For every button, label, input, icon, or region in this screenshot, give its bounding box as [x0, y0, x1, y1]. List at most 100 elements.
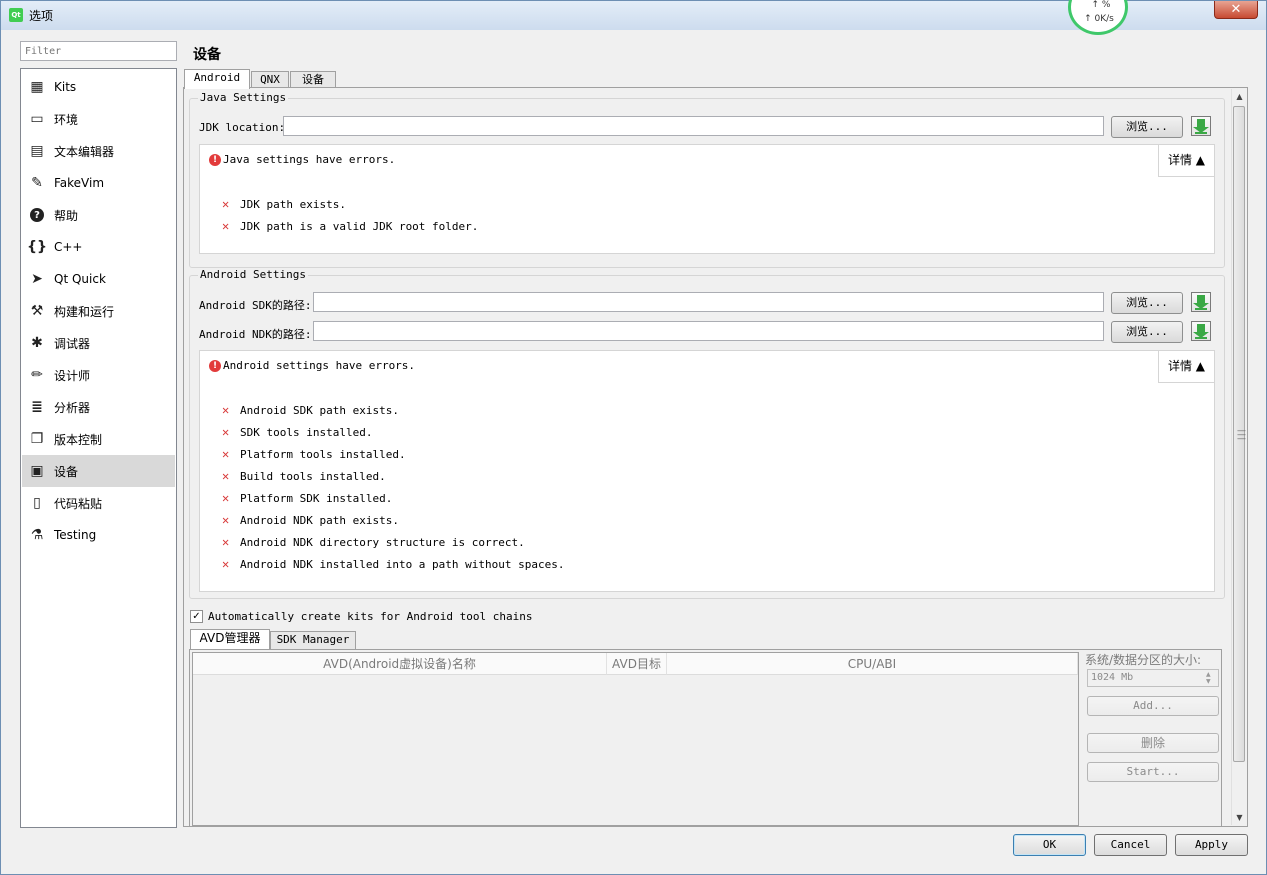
check-text: Android NDK path exists. — [240, 513, 399, 527]
category-label: FakeVim — [54, 176, 105, 190]
check-text: Android NDK directory structure is corre… — [240, 535, 525, 549]
category-label: 设计师 — [54, 368, 91, 383]
spinbox-arrows-icon[interactable]: ▲ ▼ — [1206, 671, 1211, 685]
bug-icon: ✱ — [31, 335, 43, 351]
category-item[interactable]: ⚗ Testing — [22, 519, 175, 551]
braces-icon: {} — [27, 239, 47, 255]
pencil-icon: ✏ — [31, 367, 43, 383]
partition-size-label: 系统/数据分区的大小: — [1085, 653, 1202, 667]
check-text: SDK tools installed. — [240, 425, 373, 439]
category-label: Qt Quick — [54, 272, 106, 286]
category-label: C++ — [54, 240, 83, 254]
kits-icon: ▦ — [30, 79, 44, 95]
category-item[interactable]: ⚒ 构建和运行 — [22, 295, 175, 327]
java-details-toggle[interactable]: 详情 ▲ — [1158, 145, 1214, 177]
avd-add-button[interactable]: Add... — [1087, 696, 1219, 716]
category-item[interactable]: ? 帮助 — [22, 199, 175, 231]
ndk-browse-button[interactable]: 浏览... — [1111, 321, 1183, 343]
category-item[interactable]: ✱ 调试器 — [22, 327, 175, 359]
android-details-toggle[interactable]: 详情 ▲ — [1158, 351, 1214, 383]
android-check-row: ✕ Android SDK path exists. — [222, 403, 399, 417]
fail-x-icon: ✕ — [222, 535, 230, 549]
fail-x-icon: ✕ — [222, 513, 230, 527]
check-text: Android SDK path exists. — [240, 403, 399, 417]
tab-android[interactable]: Android — [184, 69, 250, 89]
category-label: Kits — [54, 80, 77, 94]
close-button[interactable]: ✕ — [1214, 1, 1258, 19]
category-label: 设备 — [54, 464, 79, 479]
android-check-row: ✕ Android NDK directory structure is corr… — [222, 535, 525, 549]
avd-manager-pane: AVD(Android虚拟设备)名称 AVD目标 CPU/ABI 系统/数据分区… — [189, 649, 1222, 827]
java-settings-title: Java Settings — [198, 91, 289, 104]
category-item[interactable]: ≣ 分析器 — [22, 391, 175, 423]
scrollbar-thumb[interactable]: — — — — [1233, 106, 1246, 762]
window-title: 选项 — [29, 9, 54, 23]
category-item[interactable]: ❐ 版本控制 — [22, 423, 175, 455]
check-text: Build tools installed. — [240, 469, 386, 483]
vertical-scrollbar[interactable]: ▲ — — — ▼ — [1231, 89, 1246, 825]
tab-avd-manager[interactable]: AVD管理器 — [190, 629, 270, 649]
jdk-browse-button[interactable]: 浏览... — [1111, 116, 1183, 138]
category-item[interactable]: ✎ FakeVim — [22, 167, 175, 199]
cancel-button[interactable]: Cancel — [1094, 834, 1167, 856]
jdk-location-field[interactable] — [283, 116, 1104, 136]
partition-size-spinbox[interactable]: 1024 Mb — [1087, 669, 1219, 687]
fail-x-icon: ✕ — [222, 447, 230, 461]
avd-remove-button[interactable]: 删除 — [1087, 733, 1219, 753]
flask-icon: ⚗ — [30, 527, 44, 543]
ndk-path-field[interactable] — [313, 321, 1104, 341]
analyzer-icon: ≣ — [31, 399, 43, 415]
category-label: 文本编辑器 — [54, 144, 115, 159]
sdk-download-icon[interactable] — [1191, 292, 1211, 312]
category-label: 分析器 — [54, 400, 91, 415]
category-item[interactable]: ▭ 环境 — [22, 103, 175, 135]
page-title: 设备 — [193, 47, 221, 63]
java-error-summary: Java settings have errors. — [223, 153, 396, 166]
java-errors-panel: ! Java settings have errors. 详情 ▲ ✕ JDK p… — [199, 144, 1215, 254]
sdk-path-label: Android SDK的路径: — [199, 299, 312, 312]
sdk-browse-button[interactable]: 浏览... — [1111, 292, 1183, 314]
check-text: JDK path is a valid JDK root folder. — [240, 219, 479, 233]
fail-x-icon: ✕ — [222, 491, 230, 505]
sdk-path-field[interactable] — [313, 292, 1104, 312]
check-text: Android NDK installed into a path withou… — [240, 557, 565, 571]
tab-sdk-manager[interactable]: SDK Manager — [270, 631, 356, 649]
category-item[interactable]: ▣ 设备 — [22, 455, 175, 487]
jdk-download-icon[interactable] — [1191, 116, 1211, 136]
category-item[interactable]: ▯ 代码粘贴 — [22, 487, 175, 519]
category-label: 版本控制 — [54, 432, 103, 447]
category-item[interactable]: {} C++ — [22, 231, 175, 263]
avd-table[interactable]: AVD(Android虚拟设备)名称 AVD目标 CPU/ABI — [192, 652, 1079, 826]
java-check-row: ✕ JDK path is a valid JDK root folder. — [222, 219, 478, 233]
fail-x-icon: ✕ — [222, 403, 230, 417]
dialog-body: ▦ Kits ▭ 环境 ▤ 文本编辑器 ✎ FakeVim? 帮助 {} C++ ➤ Qt Quick ⚒… — [9, 30, 1260, 868]
column-avd-name[interactable]: AVD(Android虚拟设备)名称 — [193, 653, 607, 675]
filter-input[interactable] — [20, 41, 177, 61]
column-cpu-abi[interactable]: CPU/ABI — [667, 653, 1078, 675]
jdk-location-label: JDK location: — [199, 121, 286, 134]
auto-kits-checkbox[interactable]: ✓ — [190, 610, 203, 623]
android-check-row: ✕ Platform tools installed. — [222, 447, 406, 461]
avd-start-button[interactable]: Start... — [1087, 762, 1219, 782]
category-item[interactable]: ✏ 设计师 — [22, 359, 175, 391]
ndk-download-icon[interactable] — [1191, 321, 1211, 341]
android-errors-panel: ! Android settings have errors. 详情 ▲ ✕ An… — [199, 350, 1215, 592]
column-avd-target[interactable]: AVD目标 — [607, 653, 667, 675]
category-item[interactable]: ➤ Qt Quick — [22, 263, 175, 295]
options-window: Qt 选项 ↑ % ↑ 0K/s ✕ ▦ Kits ▭ 环境 ▤ 文本编辑器 ✎ FakeVi… — [0, 0, 1267, 875]
apply-button[interactable]: Apply — [1175, 834, 1248, 856]
network-speed: ↑ 0K/s — [1084, 14, 1114, 24]
scroll-up-icon[interactable]: ▲ — [1232, 89, 1247, 104]
category-label: 代码粘贴 — [54, 496, 103, 511]
text-editor-icon: ▤ — [30, 143, 44, 159]
grip-icon: — — — — [1237, 426, 1246, 444]
ndk-path-label: Android NDK的路径: — [199, 328, 312, 341]
ok-button[interactable]: OK — [1013, 834, 1086, 856]
android-check-row: ✕ Android NDK installed into a path witho… — [222, 557, 565, 571]
android-check-row: ✕ Platform SDK installed. — [222, 491, 392, 505]
scroll-down-icon[interactable]: ▼ — [1232, 810, 1247, 825]
category-item[interactable]: ▤ 文本编辑器 — [22, 135, 175, 167]
category-item[interactable]: ▦ Kits — [22, 71, 175, 103]
fail-x-icon: ✕ — [222, 197, 230, 211]
device-icon: ▣ — [30, 463, 44, 479]
